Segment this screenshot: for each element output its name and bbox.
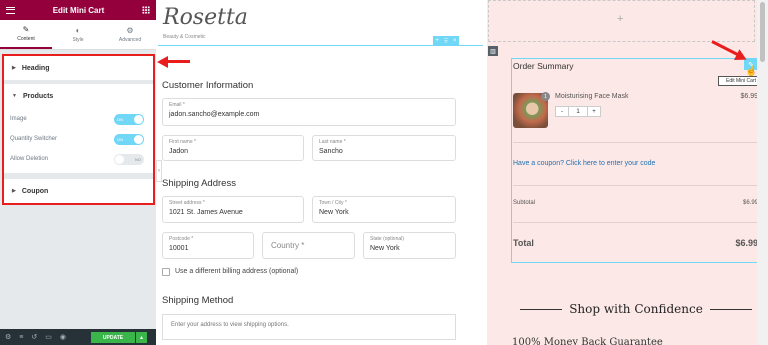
state-value: New York [370, 245, 400, 252]
history-icon[interactable]: ↺ [31, 333, 37, 341]
qty-plus-button[interactable]: + [587, 106, 601, 117]
customer-info-heading: Customer Information [162, 80, 254, 91]
scrollbar-thumb[interactable] [760, 2, 765, 62]
divider [513, 142, 757, 143]
subtotal-label: Subtotal [513, 200, 536, 206]
last-name-label: Last name * [319, 139, 346, 145]
street-address-field[interactable]: Street address * 1021 St. James Avenue [162, 196, 304, 223]
shipping-address-heading: Shipping Address [162, 178, 236, 189]
qty-minus-button[interactable]: - [555, 106, 569, 117]
editor-panel: Edit Mini Cart ✎ Content ◐ Style ⚙ Advan… [0, 0, 156, 345]
street-value: 1021 St. James Avenue [169, 209, 243, 216]
panel-footer: ⚙ ≡ ↺ ▭ ◉ UPDATE ▴ [0, 329, 156, 345]
city-field[interactable]: Town / City * New York [312, 196, 456, 223]
pointer-cursor-icon: ☝ [745, 66, 758, 77]
last-name-field[interactable]: Last name * Sancho [312, 135, 456, 161]
state-field[interactable]: State (optional) New York [363, 232, 456, 259]
annotation-arrow-left [157, 55, 190, 68]
qty-input[interactable]: 1 [569, 106, 587, 117]
total-value: $6.99 [735, 238, 758, 248]
country-select[interactable]: Country * [262, 232, 355, 259]
guarantee-text: 100% Money Back Guarantee [512, 337, 663, 345]
product-price: $6.99 [740, 93, 758, 100]
email-value: jadon.sancho@example.com [169, 111, 260, 118]
email-field[interactable]: Email * jadon.sancho@example.com [162, 98, 456, 126]
tab-content[interactable]: ✎ Content [0, 20, 52, 49]
last-name-value: Sancho [319, 148, 343, 155]
first-name-value: Jadon [169, 148, 189, 155]
total-label: Total [513, 238, 534, 248]
product-name: Moisturising Face Mask [555, 93, 629, 100]
panel-tabs: ✎ Content ◐ Style ⚙ Advanced [0, 20, 156, 50]
billing-address-label: Use a different billing address (optiona… [175, 268, 299, 275]
hamburger-menu-icon[interactable] [6, 6, 15, 14]
column-icon: ▥ [490, 48, 496, 55]
widgets-grid-icon[interactable] [142, 6, 150, 14]
billing-address-checkbox[interactable] [162, 268, 170, 276]
close-icon: × [453, 38, 457, 44]
shipping-method-heading: Shipping Method [162, 295, 234, 306]
caret-up-icon: ▴ [139, 335, 143, 341]
quantity-badge: 1 [541, 92, 550, 101]
postcode-field[interactable]: Postcode * 10001 [162, 232, 254, 259]
site-logo[interactable]: Rosetta [163, 5, 248, 30]
order-summary-title: Order Summary [513, 61, 574, 71]
section-handle[interactable]: + ⠿ × [433, 36, 459, 46]
divider [513, 222, 757, 223]
column-handle[interactable]: ▥ [488, 46, 498, 56]
update-options-button[interactable]: ▴ [136, 332, 147, 343]
divider [513, 185, 757, 186]
postcode-label: Postcode * [169, 236, 194, 242]
email-label: Email * [169, 102, 185, 108]
shipping-options-message: Enter your address to view shipping opti… [162, 314, 456, 340]
city-label: Town / City * [319, 200, 347, 206]
coupon-link[interactable]: Have a coupon? Click here to enter your … [513, 160, 655, 167]
heading-line-right [710, 309, 752, 310]
site-tagline: Beauty & Cosmetic [163, 34, 206, 40]
tab-content-label: Content [17, 35, 35, 42]
scrollbar[interactable] [757, 0, 768, 345]
update-button[interactable]: UPDATE [91, 332, 135, 343]
preview-icon[interactable]: ◉ [60, 333, 66, 341]
country-placeholder: Country * [271, 241, 305, 250]
first-name-field[interactable]: First name * Jadon [162, 135, 304, 161]
pencil-icon: ✎ [22, 24, 30, 34]
postcode-value: 10001 [169, 245, 189, 252]
tab-advanced-label: Advanced [118, 36, 142, 43]
quantity-stepper: - 1 + [555, 106, 601, 117]
responsive-icon[interactable]: ▭ [45, 333, 52, 341]
panel-title: Edit Mini Cart [52, 5, 105, 15]
gear-icon: ⚙ [126, 25, 134, 35]
tab-style[interactable]: ◐ Style [52, 20, 104, 49]
add-section-icon[interactable]: + [617, 13, 623, 25]
contrast-icon: ◐ [75, 25, 81, 35]
chevron-left-icon: ‹ [158, 168, 160, 174]
tab-advanced[interactable]: ⚙ Advanced [104, 20, 156, 49]
state-label: State (optional) [370, 236, 404, 242]
panel-header: Edit Mini Cart [0, 0, 156, 20]
add-icon: + [435, 38, 439, 44]
subtotal-value: $6.99 [742, 200, 758, 206]
settings-icon[interactable]: ⚙ [5, 333, 11, 341]
layers-icon[interactable]: ≡ [19, 334, 23, 341]
street-label: Street address * [169, 200, 205, 206]
drag-icon: ⠿ [443, 38, 449, 45]
first-name-label: First name * [169, 139, 196, 145]
annotation-highlight-box [2, 54, 155, 205]
tab-style-label: Style [72, 36, 84, 43]
city-value: New York [319, 209, 349, 216]
